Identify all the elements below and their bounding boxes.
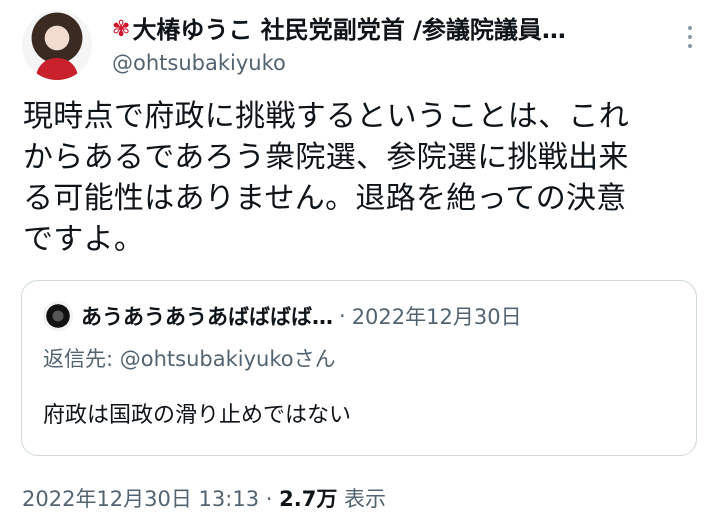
author-handle[interactable]: @ohtsubakiyuko bbox=[112, 48, 672, 78]
reply-label: 返信先: bbox=[43, 347, 120, 371]
quoted-separator: · bbox=[339, 304, 346, 328]
tweet-timestamp[interactable]: 2022年12月30日 13:13 bbox=[22, 487, 259, 511]
reply-handle[interactable]: @ohtsubakiyuko bbox=[120, 347, 294, 371]
author-name-row[interactable]: ✾ 大椿ゆうこ 社民党副党首 /参議院議員… bbox=[112, 14, 672, 46]
tweet-header: ✾ 大椿ゆうこ 社民党副党首 /参議院議員… @ohtsubakiyuko bbox=[112, 14, 672, 78]
author-avatar[interactable] bbox=[22, 10, 92, 80]
quoted-author-avatar[interactable] bbox=[43, 301, 73, 331]
quoted-tweet-card[interactable]: あうあうあうあばばばば… · 2022年12月30日 返信先: @ohtsuba… bbox=[21, 280, 697, 456]
reply-suffix: さん bbox=[293, 347, 336, 371]
hibiscus-icon: ✾ bbox=[112, 17, 131, 42]
footer-separator: · bbox=[265, 487, 273, 511]
quoted-author-name[interactable]: あうあうあうあばばばば… bbox=[81, 301, 333, 331]
views-label: 表示 bbox=[344, 487, 387, 511]
quoted-date[interactable]: 2022年12月30日 bbox=[352, 301, 522, 331]
author-name[interactable]: 大椿ゆうこ 社民党副党首 /参議院議員… bbox=[132, 14, 565, 46]
reply-to-line: 返信先: @ohtsubakiyukoさん bbox=[43, 343, 336, 373]
view-count: 2.7万 bbox=[279, 487, 338, 511]
tweet-text: 現時点で府政に挑戦するということは、これ からあるであろう衆院選、参院選に挑戦出… bbox=[23, 99, 629, 257]
more-options-icon[interactable] bbox=[686, 26, 694, 48]
quoted-tweet-text: 府政は国政の滑り止めではない bbox=[43, 403, 352, 428]
tweet-footer: 2022年12月30日 13:13 · 2.7万 表示 bbox=[22, 483, 386, 513]
